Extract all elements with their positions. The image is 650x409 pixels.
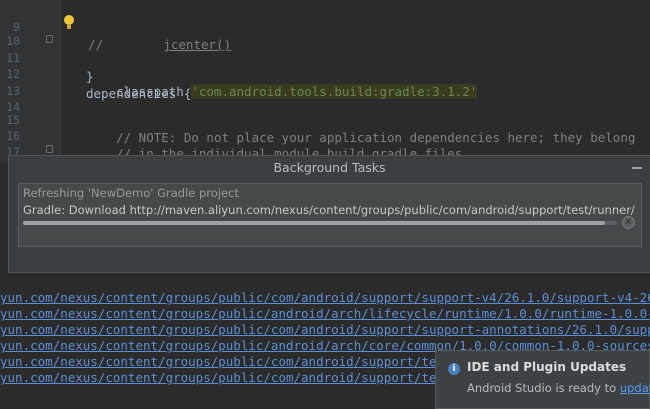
fold-marker-icon[interactable] (46, 145, 53, 153)
notification-text: Android Studio is ready to (467, 381, 620, 395)
task-detail: Gradle: Download http://maven.aliyun.com… (23, 203, 635, 217)
minimize-icon[interactable] (632, 167, 642, 169)
console-link[interactable]: yun.com/nexus/content/groups/public/com/… (0, 322, 650, 338)
notification-title: IDE and Plugin Updates (467, 360, 627, 374)
code-editor[interactable]: 9 // jcenter() 10 } 11 dependencies { 12… (0, 0, 650, 162)
code-line[interactable]: 12 classpath 'com.android.tools.build:gr… (0, 47, 650, 99)
background-tasks-dialog: Background Tasks Refreshing 'NewDemo' Gr… (8, 155, 650, 273)
dialog-title: Background Tasks (273, 160, 386, 175)
task-item: Refreshing 'NewDemo' Gradle project Grad… (18, 183, 642, 247)
console-link[interactable]: yun.com/nexus/content/groups/public/andr… (0, 306, 650, 322)
console-link[interactable]: yun.com/nexus/content/groups/public/com/… (0, 290, 650, 306)
info-icon: i (448, 363, 460, 375)
cancel-task-icon[interactable]: ✕ (622, 216, 635, 229)
intention-bulb-icon[interactable] (64, 15, 74, 29)
code-line[interactable]: 10 } (0, 14, 650, 84)
update-notification[interactable]: i IDE and Plugin Updates Android Studio … (435, 350, 650, 409)
update-link[interactable]: update (620, 381, 650, 395)
notification-body: Android Studio is ready to update. (467, 381, 650, 395)
progress-bar (23, 221, 617, 225)
fold-marker-icon[interactable] (46, 35, 53, 43)
progress-fill (23, 221, 606, 225)
task-title: Refreshing 'NewDemo' Gradle project (23, 186, 239, 200)
